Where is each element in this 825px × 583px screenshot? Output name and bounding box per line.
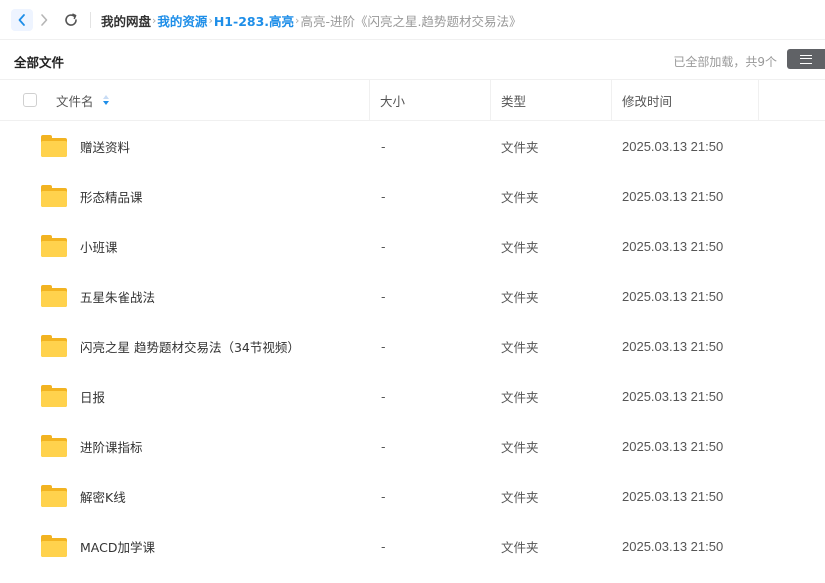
load-status: 已全部加载，共9个 bbox=[673, 55, 777, 69]
view-toggle-button[interactable] bbox=[787, 49, 825, 69]
file-row[interactable]: 闪亮之星 趋势题材交易法（34节视频） - 文件夹 2025.03.13 21:… bbox=[0, 321, 825, 371]
file-modified: 2025.03.13 21:50 bbox=[622, 488, 724, 504]
breadcrumb-my-resources[interactable]: 我的资源 bbox=[157, 11, 207, 30]
chevron-right-icon bbox=[41, 14, 48, 26]
refresh-icon bbox=[65, 13, 77, 26]
column-divider[interactable] bbox=[369, 80, 370, 121]
file-modified: 2025.03.13 21:50 bbox=[622, 438, 724, 454]
column-divider[interactable] bbox=[758, 80, 759, 121]
column-modified[interactable]: 修改时间 bbox=[622, 80, 672, 121]
file-row[interactable]: 五星朱雀战法 - 文件夹 2025.03.13 21:50 bbox=[0, 271, 825, 321]
file-name[interactable]: 形态精品课 bbox=[80, 171, 143, 221]
forward-button[interactable] bbox=[33, 9, 55, 31]
folder-icon bbox=[41, 385, 67, 407]
file-size: - bbox=[381, 388, 386, 404]
file-size: - bbox=[381, 238, 386, 254]
column-size[interactable]: 大小 bbox=[380, 80, 405, 121]
column-header: 文件名 大小 类型 修改时间 bbox=[0, 80, 825, 121]
file-name[interactable]: MACD加学课 bbox=[80, 521, 155, 571]
file-name[interactable]: 解密K线 bbox=[80, 471, 126, 521]
breadcrumb-current: 高亮-进阶《闪亮之星.趋势题材交易法》 bbox=[300, 13, 522, 29]
breadcrumb: 我的网盘 › 我的资源 › H1-283.高亮 › 高亮-进阶《闪亮之星.趋势题… bbox=[101, 0, 521, 40]
navigation-bar: 我的网盘 › 我的资源 › H1-283.高亮 › 高亮-进阶《闪亮之星.趋势题… bbox=[0, 0, 825, 40]
list-view-icon bbox=[800, 54, 812, 64]
column-type[interactable]: 类型 bbox=[501, 80, 526, 121]
column-size-label: 大小 bbox=[380, 94, 406, 109]
nav-divider bbox=[90, 12, 91, 28]
folder-icon bbox=[41, 485, 67, 507]
file-modified: 2025.03.13 21:50 bbox=[622, 538, 724, 554]
file-size: - bbox=[381, 338, 386, 354]
file-modified: 2025.03.13 21:50 bbox=[622, 188, 724, 204]
file-name[interactable]: 进阶课指标 bbox=[80, 421, 143, 471]
file-row[interactable]: 小班课 - 文件夹 2025.03.13 21:50 bbox=[0, 221, 825, 271]
breadcrumb-root[interactable]: 我的网盘 bbox=[101, 11, 151, 30]
file-name[interactable]: 闪亮之星 趋势题材交易法（34节视频） bbox=[80, 321, 300, 371]
file-modified: 2025.03.13 21:50 bbox=[622, 338, 724, 354]
column-modified-label: 修改时间 bbox=[622, 94, 673, 109]
file-row[interactable]: 解密K线 - 文件夹 2025.03.13 21:50 bbox=[0, 471, 825, 521]
file-list: 赠送资料 - 文件夹 2025.03.13 21:50 形态精品课 - 文件夹 … bbox=[0, 121, 825, 571]
folder-icon bbox=[41, 185, 67, 207]
file-modified: 2025.03.13 21:50 bbox=[622, 288, 724, 304]
folder-icon bbox=[41, 335, 67, 357]
file-type: 文件夹 bbox=[501, 489, 539, 505]
folder-icon bbox=[41, 435, 67, 457]
file-type: 文件夹 bbox=[501, 389, 539, 405]
file-row[interactable]: 赠送资料 - 文件夹 2025.03.13 21:50 bbox=[0, 121, 825, 171]
folder-icon bbox=[41, 535, 67, 557]
breadcrumb-separator: › bbox=[152, 13, 157, 27]
sort-icon[interactable] bbox=[102, 94, 110, 107]
column-divider[interactable] bbox=[611, 80, 612, 121]
file-type: 文件夹 bbox=[501, 339, 539, 355]
file-type: 文件夹 bbox=[501, 239, 539, 255]
file-row[interactable]: 形态精品课 - 文件夹 2025.03.13 21:50 bbox=[0, 171, 825, 221]
breadcrumb-separator: › bbox=[295, 13, 300, 27]
folder-icon bbox=[41, 285, 67, 307]
file-type: 文件夹 bbox=[501, 139, 539, 155]
column-divider[interactable] bbox=[490, 80, 491, 121]
file-size: - bbox=[381, 138, 386, 154]
file-name[interactable]: 五星朱雀战法 bbox=[80, 271, 155, 321]
file-list-header: 全部文件 已全部加载，共9个 bbox=[0, 40, 825, 80]
file-modified: 2025.03.13 21:50 bbox=[622, 138, 724, 154]
file-type: 文件夹 bbox=[501, 539, 539, 555]
chevron-left-icon bbox=[18, 14, 25, 26]
file-size: - bbox=[381, 488, 386, 504]
file-row[interactable]: 进阶课指标 - 文件夹 2025.03.13 21:50 bbox=[0, 421, 825, 471]
breadcrumb-folder[interactable]: H1-283.高亮 bbox=[214, 11, 294, 30]
folder-icon bbox=[41, 235, 67, 257]
file-row[interactable]: 日报 - 文件夹 2025.03.13 21:50 bbox=[0, 371, 825, 421]
select-all-checkbox[interactable] bbox=[23, 93, 37, 107]
breadcrumb-separator: › bbox=[208, 13, 213, 27]
column-name-label: 文件名 bbox=[56, 94, 94, 109]
file-size: - bbox=[381, 438, 386, 454]
file-size: - bbox=[381, 538, 386, 554]
file-modified: 2025.03.13 21:50 bbox=[622, 238, 724, 254]
file-modified: 2025.03.13 21:50 bbox=[622, 388, 724, 404]
file-name[interactable]: 赠送资料 bbox=[80, 121, 130, 171]
file-size: - bbox=[381, 188, 386, 204]
back-button[interactable] bbox=[11, 9, 33, 31]
file-name[interactable]: 小班课 bbox=[80, 221, 118, 271]
file-type: 文件夹 bbox=[501, 289, 539, 305]
all-files-title: 全部文件 bbox=[14, 55, 65, 70]
refresh-button[interactable] bbox=[60, 9, 82, 31]
file-type: 文件夹 bbox=[501, 439, 539, 455]
column-name[interactable]: 文件名 bbox=[56, 80, 110, 121]
file-row[interactable]: MACD加学课 - 文件夹 2025.03.13 21:50 bbox=[0, 521, 825, 571]
file-type: 文件夹 bbox=[501, 189, 539, 205]
folder-icon bbox=[41, 135, 67, 157]
column-type-label: 类型 bbox=[501, 94, 527, 109]
file-size: - bbox=[381, 288, 386, 304]
file-name[interactable]: 日报 bbox=[80, 371, 105, 421]
